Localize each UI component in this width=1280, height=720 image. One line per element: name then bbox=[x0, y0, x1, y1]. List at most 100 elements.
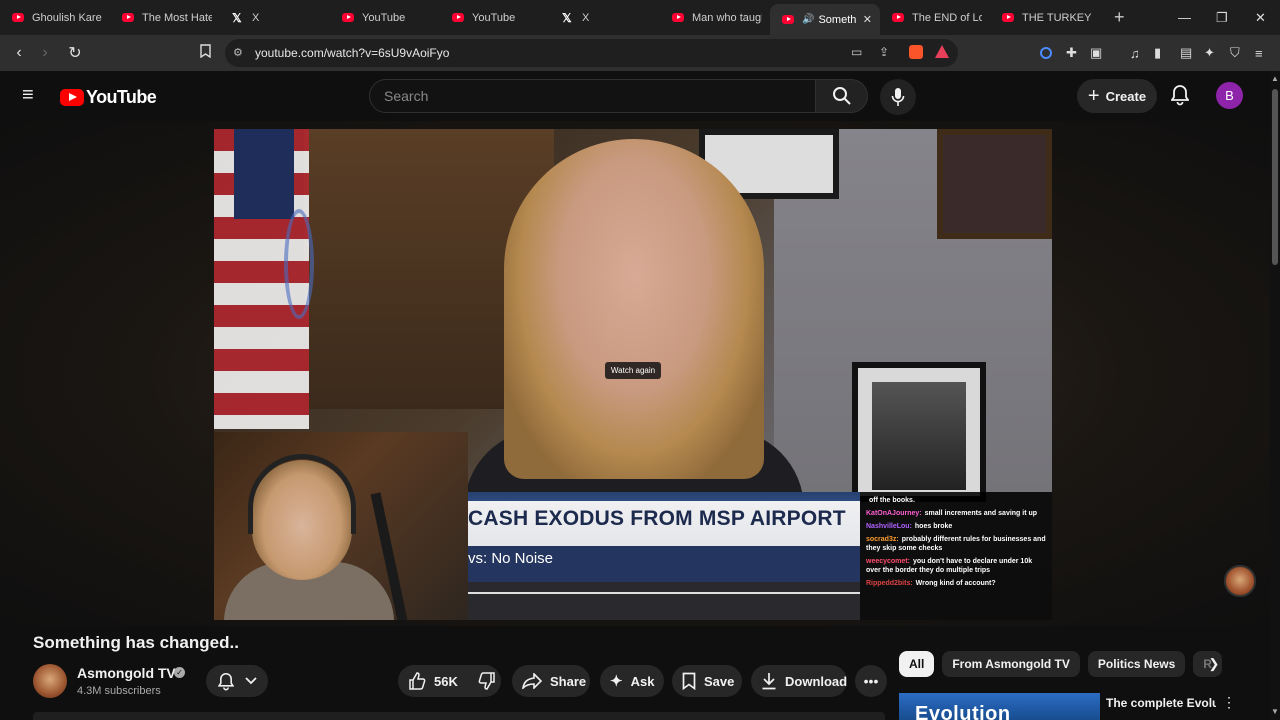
chat-text: Wrong kind of account? bbox=[915, 580, 996, 587]
youtube-icon bbox=[892, 13, 904, 22]
new-tab-icon[interactable]: + bbox=[1114, 7, 1125, 28]
recommended-video-title[interactable]: The complete Evolution of Halo's bbox=[1106, 695, 1216, 720]
channel-avatar[interactable] bbox=[33, 664, 67, 698]
chat-text: hoes broke bbox=[914, 523, 953, 530]
create-button[interactable]: + Create bbox=[1077, 79, 1157, 113]
chat-user: socrad3z: bbox=[866, 536, 899, 543]
news-banner-headline: CASH EXODUS FROM MSP AIRPORT bbox=[468, 507, 846, 530]
wallet-icon[interactable]: ▤ bbox=[1180, 35, 1192, 71]
youtube-logo[interactable]: YouTube bbox=[60, 87, 157, 108]
like-dislike-group: 56K bbox=[398, 665, 501, 697]
youtube-icon bbox=[672, 13, 684, 22]
chip-all[interactable]: All bbox=[899, 651, 935, 677]
tab-title: The END of Lok bbox=[912, 11, 982, 24]
speaker-icon[interactable]: 🔊 bbox=[802, 14, 814, 25]
description-box-edge bbox=[33, 712, 885, 720]
watch-again-button[interactable]: Watch again bbox=[605, 362, 661, 379]
menu-icon[interactable]: ≡ bbox=[1255, 35, 1263, 71]
youtube-icon bbox=[452, 13, 464, 22]
share-page-icon[interactable]: ⇪ bbox=[879, 45, 889, 59]
tab-title: Ghoulish Karen bbox=[32, 11, 102, 24]
more-horizontal-icon: ••• bbox=[863, 673, 879, 689]
chip-from-channel[interactable]: From Asmongold TV bbox=[942, 651, 1080, 677]
dislike-button[interactable] bbox=[478, 672, 496, 690]
save-button[interactable]: Save bbox=[672, 665, 742, 697]
youtube-icon bbox=[122, 13, 134, 22]
search-icon bbox=[832, 87, 851, 105]
browser-tab-active[interactable]: 🔊 Something ✕ bbox=[770, 4, 880, 35]
site-settings-icon[interactable]: ⚙ bbox=[233, 46, 243, 59]
channel-name[interactable]: Asmongold TV bbox=[77, 665, 176, 681]
brave-shields-icon[interactable] bbox=[909, 45, 923, 59]
browser-tab[interactable]: THE TURKEY TO bbox=[990, 0, 1100, 35]
download-label: Download bbox=[785, 673, 848, 689]
scroll-down-arrow-icon[interactable]: ▼ bbox=[1271, 707, 1279, 716]
restore-icon[interactable]: ❐ bbox=[1216, 0, 1228, 35]
browser-tab[interactable]: 𝕏X bbox=[550, 0, 660, 35]
leo-ai-icon[interactable]: ✦ bbox=[1204, 35, 1215, 71]
subscription-bell-button[interactable] bbox=[206, 665, 268, 697]
youtube-icon bbox=[342, 13, 354, 22]
minimize-icon[interactable]: — bbox=[1178, 0, 1191, 35]
browser-tab[interactable]: YouTube bbox=[440, 0, 550, 35]
more-actions-button[interactable]: ••• bbox=[855, 665, 887, 697]
close-tab-icon[interactable]: ✕ bbox=[863, 13, 872, 26]
ask-button[interactable]: ✦ Ask bbox=[600, 665, 664, 697]
browser-tab[interactable]: The END of Lok bbox=[880, 0, 990, 35]
video-player[interactable]: Watch again CASH EXODUS FROM MSP AIRPORT… bbox=[214, 129, 1052, 620]
close-window-icon[interactable]: ✕ bbox=[1255, 0, 1266, 35]
browser-tab[interactable]: 𝕏X bbox=[220, 0, 330, 35]
reload-icon[interactable]: ↻ bbox=[62, 43, 88, 63]
search-button[interactable] bbox=[816, 79, 868, 113]
chat-text: small increments and saving it up bbox=[924, 510, 1038, 517]
related-filter-chips: All From Asmongold TV Politics News R bbox=[899, 651, 1229, 677]
hamburger-menu-icon[interactable]: ≡ bbox=[22, 84, 34, 107]
channel-watermark-avatar[interactable] bbox=[1224, 565, 1256, 597]
browser-tab[interactable]: Man who taught bbox=[660, 0, 770, 35]
bookmark-icon[interactable] bbox=[192, 44, 218, 63]
notifications-icon[interactable] bbox=[1170, 84, 1190, 111]
back-icon[interactable]: ‹ bbox=[6, 44, 32, 62]
extensions-puzzle-icon[interactable]: ✚ bbox=[1066, 35, 1077, 71]
video-progress-bar[interactable] bbox=[468, 592, 860, 594]
chip-politics-news[interactable]: Politics News bbox=[1087, 651, 1186, 677]
scroll-up-arrow-icon[interactable]: ▲ bbox=[1271, 74, 1279, 83]
scrollbar-thumb[interactable] bbox=[1272, 89, 1278, 265]
tab-title: THE TURKEY TO bbox=[1022, 11, 1092, 24]
chat-message: weecycomet: you don't have to declare und… bbox=[866, 557, 1046, 575]
voice-search-button[interactable] bbox=[880, 79, 916, 115]
address-bar[interactable]: ⚙ youtube.com/watch?v=6sU9vAoiFyo ▭ ⇪ bbox=[225, 39, 958, 67]
browser-tab[interactable]: Ghoulish Karen bbox=[0, 0, 110, 35]
save-playlist-icon bbox=[682, 672, 696, 690]
extension-icon[interactable] bbox=[1040, 35, 1052, 71]
browser-tab[interactable]: YouTube bbox=[330, 0, 440, 35]
browser-toolbar: ‹ › ↻ ⚙ youtube.com/watch?v=6sU9vAoiFyo … bbox=[0, 35, 1280, 71]
like-button[interactable] bbox=[408, 672, 426, 690]
vpn-icon[interactable]: ⛉ bbox=[1230, 35, 1240, 71]
chat-message: NashvilleLou: hoes broke bbox=[866, 522, 1046, 531]
cast-icon[interactable]: ▭ bbox=[851, 45, 862, 59]
share-button[interactable]: Share bbox=[512, 665, 590, 697]
tab-title: YouTube bbox=[472, 11, 516, 24]
chevron-down-icon bbox=[244, 677, 257, 685]
like-count[interactable]: 56K bbox=[434, 674, 458, 689]
browser-tab-strip: Ghoulish Karen The Most Hated 𝕏X YouTube… bbox=[0, 0, 1280, 35]
browser-tab[interactable]: The Most Hated bbox=[110, 0, 220, 35]
thumbs-down-icon bbox=[478, 672, 495, 690]
brave-rewards-icon[interactable] bbox=[935, 45, 949, 58]
news-banner-subtitle: vs: No Noise bbox=[468, 550, 554, 567]
media-control-icon[interactable]: ♫ bbox=[1130, 35, 1140, 71]
youtube-logo-text: YouTube bbox=[86, 87, 157, 107]
account-avatar[interactable]: B bbox=[1216, 82, 1243, 109]
sidebar-icon[interactable]: ▮ bbox=[1154, 35, 1161, 71]
chips-next-icon[interactable]: ❯ bbox=[1203, 653, 1225, 675]
recommended-more-icon[interactable]: ⋮ bbox=[1222, 694, 1236, 711]
video-scene-frame bbox=[937, 129, 1052, 239]
forward-icon[interactable]: › bbox=[32, 44, 58, 62]
microphone-icon bbox=[891, 88, 905, 106]
recommended-video-thumbnail[interactable]: Evolution bbox=[899, 693, 1100, 720]
search-input[interactable]: Search bbox=[369, 79, 816, 113]
screenshot-icon[interactable]: ▣ bbox=[1090, 35, 1102, 71]
page-scrollbar[interactable] bbox=[1270, 71, 1280, 720]
download-button[interactable]: Download bbox=[751, 665, 847, 697]
